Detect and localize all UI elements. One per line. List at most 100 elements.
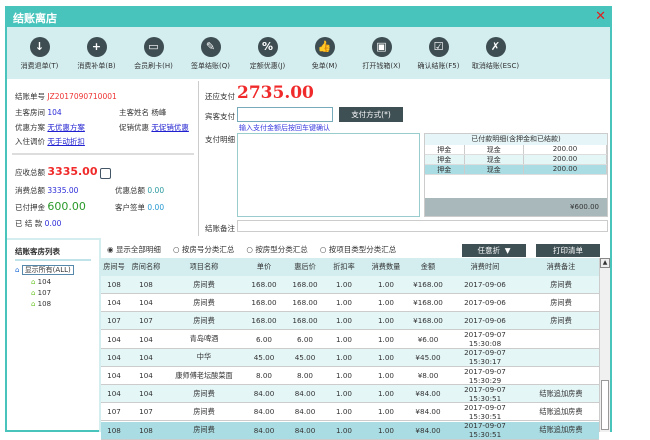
toolbar-button-5[interactable]: 👍 免单(M) (296, 27, 353, 79)
guest-pay-label: 宾客支付 (205, 112, 235, 121)
radio-label: 按项目类型分类汇总 (328, 245, 397, 254)
column-header[interactable]: 金额 (409, 262, 447, 272)
table-cell: 1.00 (377, 407, 394, 417)
scroll-up-icon[interactable]: ▲ (600, 258, 610, 268)
table-row[interactable]: 107 107 房间费 84.00 84.00 1.00 1.00 ¥84.00 2017-09… (101, 403, 599, 422)
table-cell: 168.00 (292, 298, 318, 308)
discount-dropdown-label: 任意折 (477, 246, 500, 255)
table-row[interactable]: 104 104 青岛啤酒 6.00 6.00 1.00 1.00 ¥6.00 2017-09-0… (101, 330, 599, 349)
table-row[interactable]: 104 104 房间费 84.00 84.00 1.00 1.00 ¥84.00 2017-09… (101, 385, 599, 404)
table-cell: 104 (139, 371, 153, 380)
radio-icon: ○ (246, 245, 256, 254)
table-cell: 2017-09-07 15:30:08 (464, 330, 506, 349)
table-row[interactable]: 104 104 房间费 168.00 168.00 1.00 1.00 ¥168.00 2017… (101, 294, 599, 313)
offer-value: 0.00 (147, 186, 165, 195)
guest-pay-input[interactable] (237, 107, 333, 122)
table-cell: 2017-09-07 15:30:17 (464, 348, 506, 367)
table-row[interactable]: 107 107 房间费 168.00 168.00 1.00 1.00 ¥168.00 2017… (101, 312, 599, 331)
column-header[interactable]: 房间名称 (127, 262, 165, 272)
paid-cell: 押金 (425, 165, 465, 174)
table-cell: 结账追加房费 (539, 388, 583, 398)
table-cell: 房间费 (550, 279, 572, 289)
column-header[interactable]: 惠后价 (285, 262, 325, 272)
table-cell: 84.00 (294, 407, 316, 417)
column-header[interactable]: 折扣率 (325, 262, 363, 272)
table-cell: ¥84.00 (415, 407, 441, 417)
toolbar-button-6[interactable]: ▣ 打开钱箱(X) (353, 27, 410, 79)
discount-link[interactable]: 无优惠方案 (47, 123, 85, 132)
adjust-link[interactable]: 无手动折扣 (47, 137, 85, 146)
column-header[interactable]: 消费备注 (523, 262, 599, 272)
column-header[interactable]: 房间号 (101, 262, 127, 272)
toolbar-button-0[interactable]: ↓ 消费退单(T) (11, 27, 68, 79)
paid-row[interactable]: 押金 现金 200.00 (425, 155, 607, 165)
table-cell: 1.00 (335, 298, 352, 308)
toolbar-button-3[interactable]: ✎ 签单结账(Q) (182, 27, 239, 79)
check-icon: ☑ (428, 37, 449, 57)
percent-icon: % (257, 37, 278, 57)
tree-room-label: 108 (37, 300, 52, 308)
toolbar-label: 定额优惠(J) (249, 62, 286, 70)
column-header[interactable]: 消费时间 (447, 262, 523, 272)
radio-option-0[interactable]: ◉ 显示全部明细 (107, 244, 161, 255)
table-cell: 青岛啤酒 (189, 334, 219, 344)
table-row[interactable]: 108 108 房间费 168.00 168.00 1.00 1.00 ¥168.00 2017… (101, 276, 599, 294)
table-cell: 1.00 (377, 298, 394, 308)
paid-row[interactable]: 押金 现金 200.00 (425, 165, 607, 175)
table-row[interactable]: 108 108 房间费 84.00 84.00 1.00 1.00 ¥84.00 2017-09… (101, 421, 599, 440)
toolbar-button-4[interactable]: % 定额优惠(J) (239, 27, 296, 79)
cancel-edit-icon: ✗ (485, 37, 506, 57)
table-row[interactable]: 104 104 康师傅老坛酸菜面 8.00 8.00 1.00 1.00 ¥8.00 2017-… (101, 367, 599, 385)
scroll-thumb[interactable] (601, 380, 609, 430)
toolbar-label: 免单(M) (311, 62, 338, 70)
table-cell: ¥84.00 (415, 425, 441, 435)
scrollbar[interactable]: ▲ (599, 258, 610, 432)
table-cell: 45.00 (253, 352, 275, 362)
print-list-button[interactable]: 打印清单 (536, 244, 600, 257)
tree-room-104[interactable]: ⌂ 104 (31, 278, 99, 286)
column-header[interactable]: 单价 (243, 262, 285, 272)
tree-room-108[interactable]: ⌂ 108 (31, 300, 99, 308)
toolbar: ↓ 消费退单(T) + 消费补单(B) ▭ 会员刷卡(H) ✎ 签单结账(Q)% 定额优惠(J)… (7, 27, 610, 79)
table-cell: 1.00 (377, 389, 394, 399)
radio-option-3[interactable]: ○ 按项目类型分类汇总 (320, 244, 396, 255)
adjust-label: 入住调价 (15, 137, 45, 146)
table-cell: 房间费 (193, 315, 215, 325)
house-icon: ⌂ (31, 300, 38, 308)
column-header[interactable]: 消费数量 (363, 262, 409, 272)
sign-icon: ✎ (200, 37, 221, 57)
paid-cell: 200.00 (524, 155, 607, 164)
table-cell: 8.00 (255, 371, 272, 380)
radio-option-2[interactable]: ○ 按房型分类汇总 (246, 244, 307, 255)
edit-icon[interactable] (99, 167, 111, 179)
tree-room-107[interactable]: ⌂ 107 (31, 289, 99, 297)
discount-dropdown[interactable]: 任意折 ▼ (462, 244, 526, 257)
close-icon[interactable]: ✕ (595, 9, 606, 24)
sign-label: 客户签单 (115, 203, 145, 212)
table-row[interactable]: 104 104 中华 45.00 45.00 1.00 1.00 ¥45.00 2017-09-… (101, 348, 599, 367)
table-header: 房间号 房间名称 项目名称 单价 惠后价 折扣率 消费数量 金额 消费时间 消费备注 (101, 258, 599, 276)
radio-option-1[interactable]: ○ 按房号分类汇总 (173, 244, 234, 255)
table-cell: 45.00 (294, 352, 316, 362)
paid-row[interactable]: 押金 现金 200.00 (425, 145, 607, 155)
paid-cell: 押金 (425, 145, 465, 154)
toolbar-button-1[interactable]: + 消费补单(B) (68, 27, 125, 79)
checkout-window: 结账离店 ✕ ↓ 消费退单(T) + 消费补单(B) ▭ 会员刷卡(H) ✎ 签单结账(Q)%… (5, 6, 612, 440)
remark-label: 结账备注 (205, 224, 235, 233)
toolbar-button-7[interactable]: ☑ 确认结账(F5) (410, 27, 467, 79)
promo-link[interactable]: 无促销优惠 (151, 123, 189, 132)
column-header[interactable]: 项目名称 (165, 262, 243, 272)
settled-label: 已 结 款 (15, 219, 43, 228)
remark-input[interactable] (237, 220, 608, 232)
guest-label: 主客姓名 (119, 108, 149, 117)
table-cell: 房间费 (193, 297, 215, 307)
title-bar: 结账离店 ✕ (7, 6, 610, 27)
toolbar-button-2[interactable]: ▭ 会员刷卡(H) (125, 27, 182, 79)
payment-detail-textarea[interactable] (237, 133, 420, 217)
paid-cell: 200.00 (524, 145, 607, 154)
toolbar-button-8[interactable]: ✗ 取消结账(ESC) (467, 27, 524, 79)
payment-method-button[interactable]: 支付方式(*) (339, 107, 403, 122)
paid-detail-table: 已付款明细(含押金和已结款) 押金 现金 200.00 押金 现金 200.00 押金 现金 2… (424, 133, 608, 217)
tree-all[interactable]: ⌂ 显示所有(ALL) (15, 265, 99, 275)
table-cell: 结账追加房费 (539, 425, 583, 435)
